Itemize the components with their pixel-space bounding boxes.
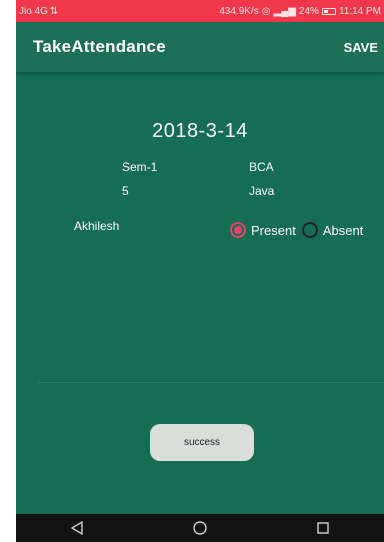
course-label: BCA [249,160,274,174]
success-toast: success [150,424,254,461]
semester-label: Sem-1 [122,160,158,174]
status-bar: Jio 4G ⇅ 434.9K/s ◎ ▂▄▆ 24% 11:14 PM [16,0,384,22]
attendance-date: 2018-3-14 [152,120,248,142]
attendance-content: 2018-3-14 Sem-1 BCA 5 Java Akhilesh Pres… [16,72,384,514]
save-button[interactable]: SAVE [344,40,378,55]
network-speed: 434.9K/s [219,5,259,17]
recents-icon [316,522,329,534]
radio-unchecked-icon [301,222,318,238]
headphones-icon: ◎ [261,5,271,17]
number-label: 5 [122,184,129,198]
subject-label: Java [249,184,275,198]
phone-screen: Jio 4G ⇅ 434.9K/s ◎ ▂▄▆ 24% 11:14 PM Tak… [16,0,384,542]
app-bar: TakeAttendance SAVE [16,22,384,72]
back-button[interactable] [47,514,107,542]
recents-button[interactable] [293,514,353,542]
toast-message: success [183,437,221,448]
home-button[interactable] [170,514,230,542]
absent-radio[interactable]: Absent [301,222,364,238]
radio-checked-icon [230,222,246,238]
absent-label: Absent [322,222,364,238]
attendance-radio-group: Present Absent [230,222,369,238]
page-title: TakeAttendance [33,37,166,56]
home-icon [193,521,207,535]
battery-percent: 24% [298,5,319,17]
navigation-bar [16,514,384,542]
carrier-label: Jio 4G [19,5,48,17]
student-name: Akhilesh [74,219,120,233]
present-radio[interactable]: Present [230,222,296,238]
divider [38,382,384,383]
back-icon [70,521,84,535]
battery-icon [321,7,336,15]
data-transfer-icon: ⇅ [49,5,59,17]
signal-icon: ▂▄▆ [273,5,296,17]
clock: 11:14 PM [338,5,381,17]
present-label: Present [251,222,296,238]
